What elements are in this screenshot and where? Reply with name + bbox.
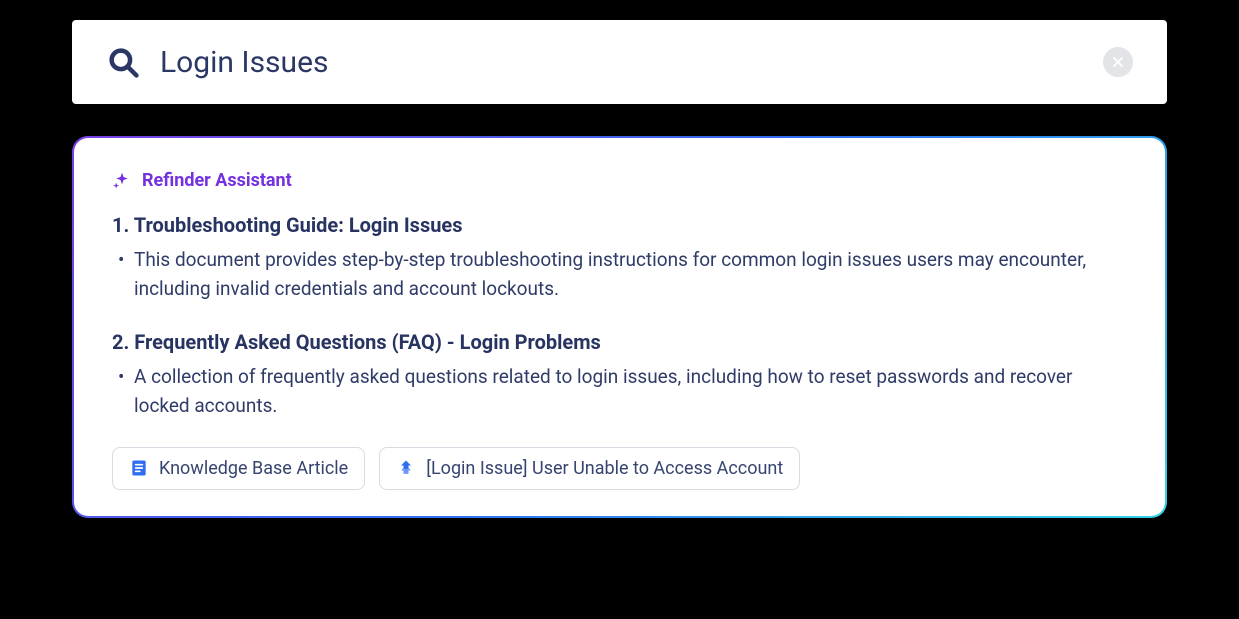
- result-item: 2. Frequently Asked Questions (FAQ) - Lo…: [112, 330, 1127, 421]
- source-chip-doc[interactable]: Knowledge Base Article: [112, 447, 365, 490]
- chip-label: Knowledge Base Article: [159, 458, 348, 479]
- chip-label: [Login Issue] User Unable to Access Acco…: [426, 458, 783, 479]
- clear-search-button[interactable]: [1103, 47, 1133, 77]
- result-title: 2. Frequently Asked Questions (FAQ) - Lo…: [112, 330, 1127, 354]
- jira-icon: [396, 458, 416, 478]
- assistant-panel: Refinder Assistant 1. Troubleshooting Gu…: [72, 136, 1167, 518]
- result-item: 1. Troubleshooting Guide: Login Issues T…: [112, 213, 1127, 304]
- source-chip-jira[interactable]: [Login Issue] User Unable to Access Acco…: [379, 447, 800, 490]
- doc-icon: [129, 458, 149, 478]
- assistant-header: Refinder Assistant: [112, 170, 1127, 191]
- assistant-title: Refinder Assistant: [142, 170, 292, 191]
- result-desc: A collection of frequently asked questio…: [112, 362, 1127, 421]
- search-input[interactable]: [160, 45, 1103, 80]
- search-bar: [72, 20, 1167, 104]
- source-chips: Knowledge Base Article [Login Issue] Use…: [112, 447, 1127, 490]
- result-title: 1. Troubleshooting Guide: Login Issues: [112, 213, 1127, 237]
- result-desc: This document provides step-by-step trou…: [112, 245, 1127, 304]
- search-icon: [106, 45, 140, 79]
- sparkle-icon: [112, 171, 132, 191]
